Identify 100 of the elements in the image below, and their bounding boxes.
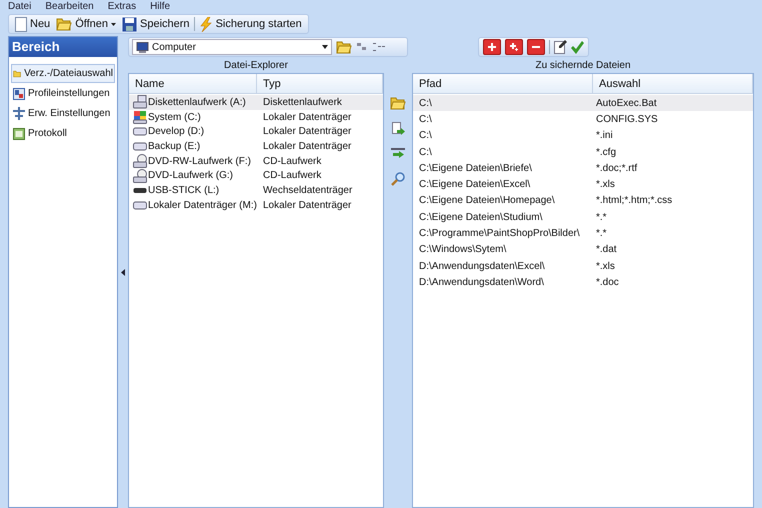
tree-view-icon (372, 42, 386, 52)
explorer-row[interactable]: USB-STICK (L:) Wechseldatenträger (129, 183, 383, 198)
path-cell-text: C:\Eigene Dateien\Homepage\ (418, 194, 556, 208)
explorer-row[interactable]: System (C:) Lokaler Datenträger (129, 110, 383, 124)
menu-item[interactable]: Bearbeiten (45, 1, 94, 13)
system-drive-icon (133, 110, 147, 124)
large-icons-button[interactable] (356, 42, 368, 52)
drive-type: Lokaler Datenträger (262, 198, 352, 213)
drive-type: CD-Laufwerk (262, 154, 322, 169)
sidebar-title: Bereich (9, 37, 117, 57)
toolbar-button[interactable]: Sicherung starten (196, 16, 304, 32)
panel-title: Zu sichernde Dateien (534, 59, 632, 73)
icon-view-icon (356, 42, 368, 52)
blank-page-icon (15, 16, 27, 32)
filter-arrow-icon (391, 148, 405, 160)
location-combobox[interactable]: Computer (132, 39, 332, 55)
explorer-row[interactable]: DVD-RW-Laufwerk (F:) CD-Laufwerk (129, 154, 383, 168)
explorer-row[interactable]: Diskettenlaufwerk (A:) Diskettenlaufwerk (129, 95, 383, 110)
path-cell-text: D:\Anwendungsdaten\Excel\ (418, 260, 546, 274)
pattern-cell-text: *.doc;*.rtf (595, 162, 638, 176)
backup-row[interactable]: C:\Programme\PaintShopPro\Bilder\ *.* (413, 225, 753, 242)
backup-row[interactable]: C:\ *.ini (413, 128, 753, 144)
path-cell-text: C:\Eigene Dateien\Studium\ (418, 210, 544, 225)
multi-plus-icon (510, 42, 518, 52)
column-header[interactable]: Pfad (413, 74, 593, 93)
backup-row[interactable]: C:\Eigene Dateien\Homepage\ *.html;*.htm;*.css (413, 192, 753, 210)
backup-row[interactable]: C:\Windows\Sytem\ *.dat (413, 242, 753, 258)
explorer-row[interactable]: Develop (D:) Lokaler Datenträger (129, 124, 383, 140)
sidebar-item[interactable]: Erw. Einstellungen (11, 104, 115, 123)
collapse-arrow-icon[interactable] (121, 268, 125, 276)
add-multiple-button[interactable] (505, 39, 523, 55)
add-file-button[interactable] (392, 122, 404, 136)
optical-drive-icon (133, 168, 147, 183)
tools-icon (13, 107, 25, 120)
path-cell-text: C:\Eigene Dateien\Excel\ (418, 178, 532, 192)
drive-name: Diskettenlaufwerk (A:) (148, 96, 246, 110)
pencil-note-icon (554, 40, 567, 54)
add-folder-button[interactable] (390, 96, 406, 110)
drive-type: Lokaler Datenträger (262, 140, 352, 154)
dropdown-caret-icon (322, 45, 328, 49)
search-button[interactable] (391, 172, 405, 186)
toolbar-button[interactable]: Öffnen (54, 16, 118, 32)
file-arrow-icon (392, 122, 404, 136)
add-filter-button[interactable] (391, 148, 405, 160)
remove-button[interactable] (527, 39, 545, 55)
column-header[interactable]: Auswahl (593, 74, 753, 93)
drive-name: DVD-Laufwerk (G:) (148, 169, 234, 184)
drive-name: DVD-RW-Laufwerk (F:) (148, 154, 251, 169)
confirm-button[interactable] (571, 40, 584, 54)
open-folder-icon (336, 40, 352, 54)
search-icon (391, 172, 405, 186)
toolbar-button[interactable]: Neu (13, 16, 52, 32)
menu-item[interactable]: Hilfe (150, 1, 170, 13)
column-header[interactable]: Typ (257, 74, 383, 93)
menu-item[interactable]: Extras (108, 1, 136, 13)
add-button[interactable] (483, 39, 501, 55)
plus-icon (488, 43, 496, 51)
backup-row[interactable]: C:\Eigene Dateien\Briefe\ *.doc;*.rtf (413, 160, 753, 176)
checkmark-icon (571, 40, 584, 54)
backup-row[interactable]: C:\ CONFIG.SYS (413, 111, 753, 128)
open-folder-icon (390, 96, 406, 110)
explorer-row[interactable]: Backup (E:) Lokaler Datenträger (129, 139, 383, 154)
path-cell-text: C:\ (418, 129, 433, 144)
path-cell-text: C:\Windows\Sytem\ (418, 243, 508, 258)
edit-button[interactable] (554, 40, 567, 54)
list-view-button[interactable] (372, 42, 386, 52)
pattern-cell-text: *.ini (595, 129, 613, 144)
backup-row[interactable]: C:\ *.cfg (413, 144, 753, 160)
menu-item[interactable]: Datei (8, 1, 32, 13)
profile-card-icon (13, 88, 25, 100)
hard-drive-icon (133, 142, 147, 151)
optical-drive-icon (133, 154, 147, 168)
lightning-icon (198, 16, 213, 32)
backup-row[interactable]: C:\Eigene Dateien\Excel\ *.xls (413, 176, 753, 193)
pattern-cell-text: *.cfg (595, 146, 616, 160)
backup-row[interactable]: C:\ AutoExec.Bat (413, 95, 753, 112)
backup-row[interactable]: D:\Anwendungsdaten\Word\ *.doc (413, 274, 753, 291)
toolbar-button[interactable]: Speichern (120, 16, 192, 32)
sidebar-item[interactable]: Protokoll (11, 124, 115, 143)
pattern-cell-text: *.xls (595, 178, 615, 192)
sidebar-item[interactable]: Profileinstellungen (11, 84, 115, 103)
explorer-row[interactable]: Lokaler Datenträger (M:) Lokaler Datenträger (129, 198, 383, 212)
pattern-cell-text: *.* (595, 227, 607, 242)
column-header[interactable]: Name (129, 74, 257, 93)
backup-row[interactable]: D:\Anwendungsdaten\Excel\ *.xls (413, 258, 753, 274)
drive-name: Develop (D:) (148, 125, 204, 140)
pattern-cell-text: *.* (595, 210, 607, 225)
pattern-cell-text: *.dat (595, 243, 617, 258)
drive-type: Wechseldatenträger (262, 184, 352, 198)
explorer-row[interactable]: DVD-Laufwerk (G:) CD-Laufwerk (129, 168, 383, 184)
drive-type: Diskettenlaufwerk (262, 96, 342, 110)
drive-type: CD-Laufwerk (262, 169, 322, 184)
minus-icon (532, 46, 540, 48)
pattern-cell-text: AutoExec.Bat (595, 96, 657, 111)
path-cell-text: C:\Eigene Dateien\Briefe\ (418, 162, 533, 176)
folder-up-button[interactable] (336, 40, 352, 54)
drive-type: Lokaler Datenträger (262, 125, 352, 140)
sidebar-item[interactable]: Verz.-/Dateiauswahl (11, 64, 115, 83)
backup-row[interactable]: C:\Eigene Dateien\Studium\ *.* (413, 209, 753, 226)
drive-name: USB-STICK (L:) (148, 184, 220, 198)
